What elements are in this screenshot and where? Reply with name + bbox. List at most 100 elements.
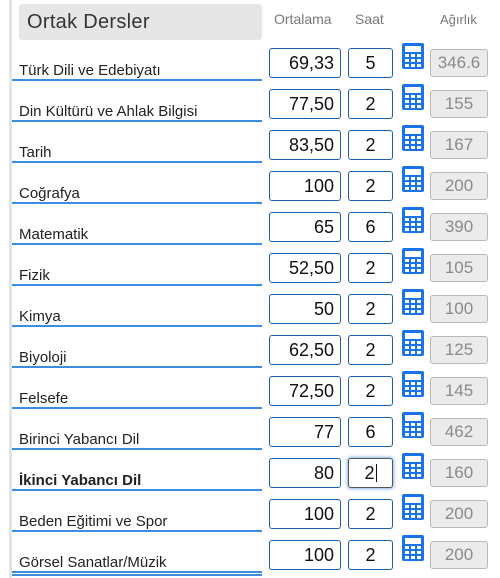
hours-value: 2 [365, 135, 376, 155]
course-row: Biyoloji 62,50 2 125 [0, 328, 500, 369]
text-cursor [375, 464, 377, 482]
hours-input[interactable]: 2 [348, 335, 393, 365]
calculator-icon[interactable] [402, 43, 424, 69]
row-divider [12, 161, 262, 163]
average-input[interactable]: 50 [269, 294, 341, 324]
row-divider [12, 571, 262, 573]
calculator-icon[interactable] [402, 412, 424, 438]
calculator-icon[interactable] [402, 84, 424, 110]
calculator-icon[interactable] [402, 494, 424, 520]
hours-input[interactable]: 2 [348, 89, 393, 119]
course-name: Tarih [19, 144, 52, 161]
average-input[interactable]: 69,33 [269, 48, 341, 78]
grade-calculator-panel: Ortak Dersler Ortalama Saat Ağırlık Türk… [0, 0, 500, 578]
header-hours: Saat [355, 11, 384, 27]
hours-value: 6 [365, 422, 376, 442]
row-divider [12, 79, 262, 81]
hours-value: 6 [365, 217, 376, 237]
row-divider [12, 243, 262, 245]
average-input[interactable]: 80 [269, 458, 341, 488]
row-divider [12, 489, 262, 491]
hours-input[interactable]: 5 [348, 48, 393, 78]
hours-value: 2 [365, 381, 376, 401]
course-name: İkinci Yabancı Dil [19, 472, 142, 489]
weight-output: 125 [430, 336, 488, 364]
course-row: Türk Dili ve Edebiyatı 69,33 5 346.6 [0, 41, 500, 82]
course-row: İkinci Yabancı Dil 80 2 160 [0, 451, 500, 492]
average-input[interactable]: 62,50 [269, 335, 341, 365]
row-divider [12, 284, 262, 286]
weight-output: 200 [430, 172, 488, 200]
weight-output: 155 [430, 90, 488, 118]
course-name: Coğrafya [19, 185, 80, 202]
course-name: Felsefe [19, 390, 69, 407]
course-name: Matematik [19, 226, 89, 243]
calculator-icon[interactable] [402, 371, 424, 397]
course-row: Beden Eğitimi ve Spor 100 2 200 [0, 492, 500, 533]
hours-input[interactable]: 2 [348, 540, 393, 570]
hours-value: 2 [365, 299, 376, 319]
hours-input[interactable]: 2 [348, 458, 393, 488]
course-row: Görsel Sanatlar/Müzik 100 2 200 [0, 533, 500, 574]
hours-value: 2 [365, 258, 376, 278]
calculator-icon[interactable] [402, 248, 424, 274]
row-divider [12, 202, 262, 204]
hours-input[interactable]: 2 [348, 171, 393, 201]
hours-input[interactable]: 2 [348, 130, 393, 160]
hours-input[interactable]: 2 [348, 294, 393, 324]
calculator-icon[interactable] [402, 535, 424, 561]
hours-input[interactable]: 6 [348, 212, 393, 242]
row-divider [12, 325, 262, 327]
weight-output: 145 [430, 377, 488, 405]
hours-input[interactable]: 2 [348, 499, 393, 529]
weight-output: 200 [430, 541, 488, 569]
weight-output: 390 [430, 213, 488, 241]
course-name: Kimya [19, 308, 61, 325]
calculator-icon[interactable] [402, 453, 424, 479]
hours-value: 2 [365, 176, 376, 196]
average-input[interactable]: 77,50 [269, 89, 341, 119]
hours-value: 2 [365, 94, 376, 114]
average-input[interactable]: 52,50 [269, 253, 341, 283]
course-row: Matematik 65 6 390 [0, 205, 500, 246]
calculator-icon[interactable] [402, 166, 424, 192]
weight-output: 105 [430, 254, 488, 282]
average-input[interactable]: 65 [269, 212, 341, 242]
course-name: Din Kültürü ve Ahlak Bilgisi [19, 103, 198, 120]
course-name: Birinci Yabancı Dil [19, 431, 140, 448]
hours-value: 2 [365, 504, 376, 524]
course-name: Beden Eğitimi ve Spor [19, 513, 168, 530]
row-divider [12, 407, 262, 409]
weight-output: 160 [430, 459, 488, 487]
average-input[interactable]: 72,50 [269, 376, 341, 406]
row-divider [12, 448, 262, 450]
average-input[interactable]: 83,50 [269, 130, 341, 160]
section-title: Ortak Dersler [19, 4, 262, 40]
hours-input[interactable]: 6 [348, 417, 393, 447]
calculator-icon[interactable] [402, 330, 424, 356]
course-row: Coğrafya 100 2 200 [0, 164, 500, 205]
hours-value: 2 [365, 340, 376, 360]
header-weight: Ağırlık [440, 12, 477, 27]
weight-output: 346.6 [430, 49, 488, 77]
course-row: Tarih 83,50 2 167 [0, 123, 500, 164]
calculator-icon[interactable] [402, 207, 424, 233]
average-input[interactable]: 100 [269, 499, 341, 529]
average-input[interactable]: 77 [269, 417, 341, 447]
weight-output: 167 [430, 131, 488, 159]
average-input[interactable]: 100 [269, 540, 341, 570]
hours-input[interactable]: 2 [348, 376, 393, 406]
row-divider [12, 574, 262, 576]
row-divider [12, 120, 262, 122]
calculator-icon[interactable] [402, 125, 424, 151]
course-row: Din Kültürü ve Ahlak Bilgisi 77,50 2 155 [0, 82, 500, 123]
course-name: Görsel Sanatlar/Müzik [19, 554, 167, 571]
weight-output: 200 [430, 500, 488, 528]
course-name: Türk Dili ve Edebiyatı [19, 62, 161, 79]
row-divider [12, 530, 262, 532]
course-name: Biyoloji [19, 349, 67, 366]
calculator-icon[interactable] [402, 289, 424, 315]
hours-input[interactable]: 2 [348, 253, 393, 283]
course-row: Birinci Yabancı Dil 77 6 462 [0, 410, 500, 451]
average-input[interactable]: 100 [269, 171, 341, 201]
